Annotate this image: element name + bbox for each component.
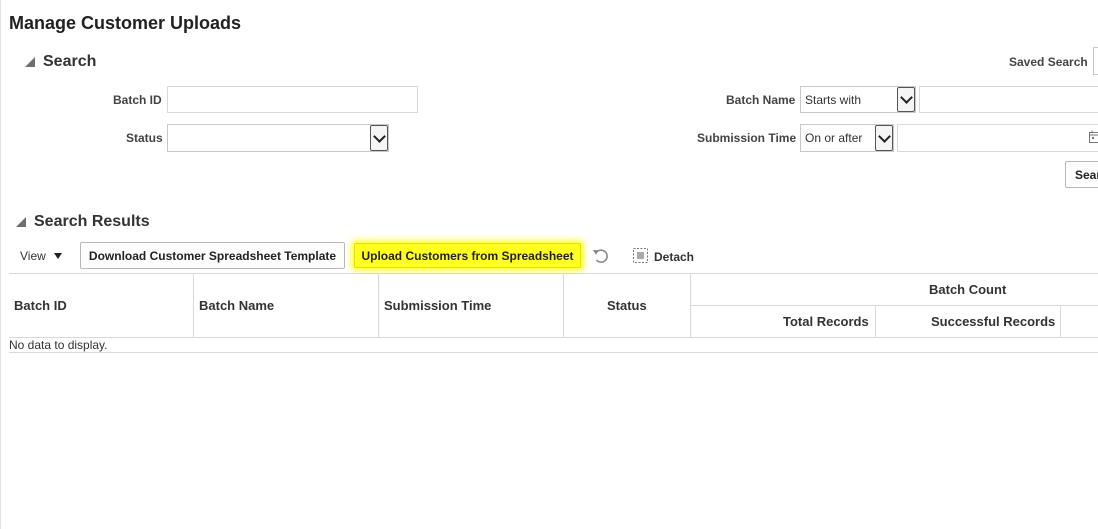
search-header-label: Search: [43, 53, 97, 70]
column-header-total-records[interactable]: Total Records: [783, 314, 869, 329]
batch-id-input[interactable]: [167, 86, 418, 113]
left-border: [0, 0, 1, 529]
page-title: Manage Customer Uploads: [9, 13, 242, 33]
view-menu-label: View: [20, 249, 46, 263]
col-divider: [875, 305, 876, 337]
upload-customers-button[interactable]: Upload Customers from Spreadsheet: [354, 243, 581, 268]
results-header-label: Search Results: [34, 213, 150, 230]
submission-time-operator-select[interactable]: On or after: [800, 124, 894, 152]
submission-time-input[interactable]: [897, 124, 1098, 152]
detach-button[interactable]: Detach: [654, 250, 694, 264]
column-header-batch-name[interactable]: Batch Name: [199, 298, 274, 313]
col-divider: [563, 273, 564, 337]
col-divider: [1060, 305, 1061, 337]
col-divider: [193, 273, 194, 337]
submission-time-label: Submission Time: [697, 131, 797, 145]
download-template-button[interactable]: Download Customer Spreadsheet Template: [80, 242, 345, 269]
col-divider: [378, 273, 379, 337]
results-section-header[interactable]: Search Results: [16, 213, 150, 231]
saved-search-label: Saved Search: [1009, 55, 1088, 69]
column-header-successful-records[interactable]: Successful Records: [931, 314, 1055, 329]
submission-time-operator-value: On or after: [805, 131, 863, 145]
chevron-down-icon: [899, 91, 913, 104]
batch-name-operator-dropdown[interactable]: [897, 87, 915, 112]
caret-down-icon: [53, 253, 62, 259]
batch-name-input[interactable]: [919, 86, 1098, 113]
status-label: Status: [126, 131, 163, 145]
table-header-bottom-border: [9, 337, 1098, 338]
saved-search-select[interactable]: [1093, 47, 1098, 75]
search-button[interactable]: Sear: [1065, 161, 1098, 188]
batch-id-label: Batch ID: [113, 93, 162, 107]
collapse-triangle-icon[interactable]: [25, 57, 35, 67]
submission-time-operator-dropdown[interactable]: [875, 125, 893, 151]
chevron-down-icon: [877, 129, 891, 143]
status-dropdown-button[interactable]: [370, 125, 388, 151]
no-data-message: No data to display.: [9, 338, 108, 352]
table-bottom-border: [9, 352, 1098, 353]
search-section-header[interactable]: Search: [25, 53, 96, 71]
batch-name-operator-select[interactable]: Starts with: [800, 86, 916, 113]
batch-name-operator-value: Starts with: [805, 92, 862, 107]
col-divider: [690, 273, 691, 337]
detach-icon[interactable]: [633, 248, 648, 263]
column-header-submission-time[interactable]: Submission Time: [384, 298, 491, 313]
view-menu[interactable]: View: [20, 249, 62, 263]
status-select[interactable]: [167, 124, 389, 152]
collapse-triangle-icon[interactable]: [16, 217, 26, 227]
column-header-status[interactable]: Status: [607, 298, 647, 313]
column-header-batch-id[interactable]: Batch ID: [14, 298, 67, 313]
batch-name-label: Batch Name: [726, 93, 796, 107]
refresh-icon[interactable]: [592, 247, 610, 265]
chevron-down-icon: [372, 129, 386, 143]
calendar-icon[interactable]: [1089, 130, 1098, 144]
table-top-border: [9, 273, 1098, 274]
batch-count-divider: [690, 305, 1098, 306]
column-group-batch-count: Batch Count: [929, 282, 1007, 297]
